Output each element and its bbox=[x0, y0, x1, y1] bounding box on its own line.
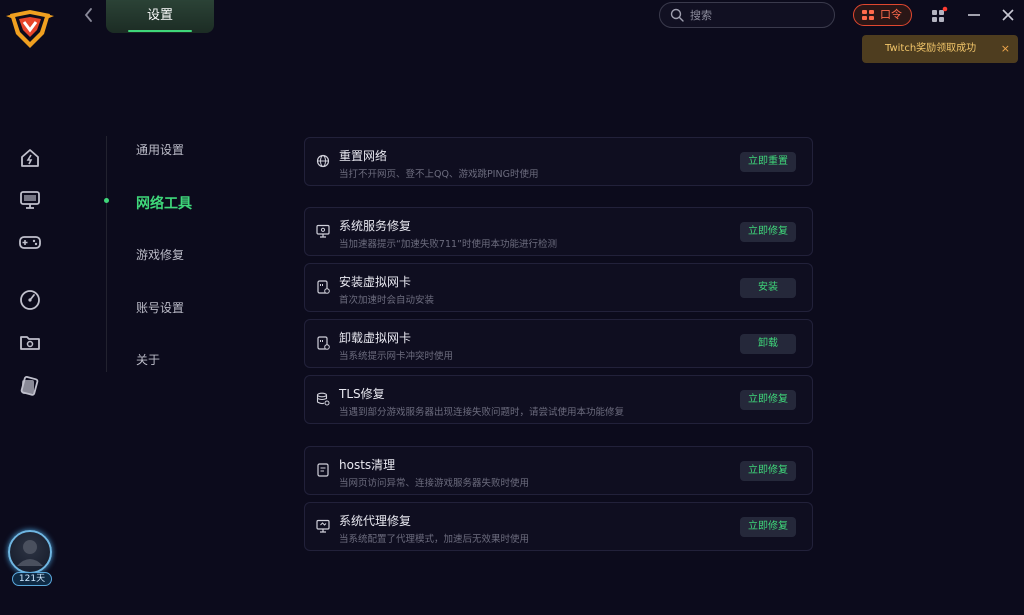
folder-icon bbox=[20, 336, 40, 350]
toast-message: Twitch奖励领取成功 bbox=[885, 43, 977, 54]
code-button-label: 口令 bbox=[880, 8, 902, 21]
tool-description: 当系统配置了代理模式，加速后无效果时使用 bbox=[339, 534, 530, 545]
nav-item-account[interactable]: 账号设置 bbox=[136, 299, 184, 316]
close-window-button[interactable] bbox=[999, 6, 1017, 24]
tool-title: TLS修复 bbox=[339, 387, 385, 401]
search-input[interactable] bbox=[690, 6, 826, 24]
tool-description: 首次加速时会自动安装 bbox=[339, 295, 435, 306]
hosts-file-icon bbox=[317, 463, 329, 477]
monitor-repair-icon bbox=[316, 224, 330, 238]
search-box[interactable] bbox=[659, 2, 835, 28]
rail-home-button[interactable] bbox=[18, 146, 42, 170]
tool-title: 系统代理修复 bbox=[339, 514, 412, 528]
toast-notification: Twitch奖励领取成功 × bbox=[862, 35, 1018, 63]
avatar[interactable] bbox=[8, 530, 52, 574]
tool-card-install-virtual-nic: 安装虚拟网卡 首次加速时会自动安装 安装 bbox=[304, 263, 813, 312]
proxy-monitor-icon bbox=[316, 519, 330, 533]
rail-speed-button[interactable] bbox=[18, 288, 42, 312]
tool-description: 当打不开网页、登不上QQ、游戏跳PING时使用 bbox=[339, 169, 539, 180]
reset-now-button[interactable]: 立即重置 bbox=[740, 152, 796, 172]
tool-title: 系统服务修复 bbox=[339, 219, 412, 233]
globe-icon bbox=[316, 154, 330, 168]
tool-description: 当加速器提示“加速失败711”时使用本功能进行检测 bbox=[339, 239, 557, 250]
membership-days-badge: 121天 bbox=[12, 572, 52, 586]
app-logo bbox=[4, 4, 56, 52]
rail-folder-button[interactable] bbox=[18, 330, 42, 354]
nav-active-dot bbox=[104, 198, 109, 203]
speedometer-icon bbox=[20, 290, 40, 310]
tool-title: hosts清理 bbox=[339, 458, 396, 472]
tool-card-uninstall-virtual-nic: 卸载虚拟网卡 当系统提示网卡冲突时使用 卸载 bbox=[304, 319, 813, 368]
tool-card-reset-network: 重置网络 当打不开网页、登不上QQ、游戏跳PING时使用 立即重置 bbox=[304, 137, 813, 186]
nav-item-general[interactable]: 通用设置 bbox=[136, 141, 184, 158]
tool-card-hosts-cleanup: hosts清理 当网页访问异常、连接游戏服务器失败时使用 立即修复 bbox=[304, 446, 813, 495]
repair-now-button[interactable]: 立即修复 bbox=[740, 461, 796, 481]
repair-now-button[interactable]: 立即修复 bbox=[740, 222, 796, 242]
tab-settings-label: 设置 bbox=[146, 8, 173, 23]
user-avatar-block[interactable]: 121天 bbox=[6, 530, 54, 588]
tool-description: 当系统提示网卡冲突时使用 bbox=[339, 351, 454, 362]
monitor-icon bbox=[20, 191, 40, 209]
apps-grid-icon bbox=[932, 6, 948, 22]
nav-item-network-tools[interactable]: 网络工具 bbox=[136, 193, 192, 213]
uninstall-button[interactable]: 卸载 bbox=[740, 334, 796, 354]
rail-monitor-button[interactable] bbox=[18, 188, 42, 212]
tool-title: 重置网络 bbox=[339, 149, 388, 163]
minimize-button[interactable] bbox=[965, 6, 983, 24]
database-gear-icon bbox=[316, 392, 330, 406]
close-icon bbox=[1002, 9, 1014, 21]
chevron-left-icon bbox=[84, 8, 92, 22]
tool-description: 当遇到部分游戏服务器出现连接失败问题时，请尝试使用本功能修复 bbox=[339, 407, 625, 418]
network-card-icon bbox=[317, 336, 330, 350]
network-card-icon bbox=[317, 280, 330, 294]
nav-divider bbox=[106, 136, 107, 372]
home-icon bbox=[21, 149, 39, 167]
toast-close-button[interactable]: × bbox=[1001, 35, 1010, 63]
tool-card-system-service-repair: 系统服务修复 当加速器提示“加速失败711”时使用本功能进行检测 立即修复 bbox=[304, 207, 813, 256]
back-button[interactable] bbox=[80, 6, 98, 24]
repair-now-button[interactable]: 立即修复 bbox=[740, 390, 796, 410]
apps-button[interactable] bbox=[930, 6, 948, 24]
grid-code-icon bbox=[862, 10, 874, 20]
search-icon bbox=[670, 8, 684, 22]
tool-card-proxy-repair: 系统代理修复 当系统配置了代理模式，加速后无效果时使用 立即修复 bbox=[304, 502, 813, 551]
cards-icon bbox=[20, 376, 39, 396]
tool-card-tls-repair: TLS修复 当遇到部分游戏服务器出现连接失败问题时，请尝试使用本功能修复 立即修… bbox=[304, 375, 813, 424]
rail-games-button[interactable] bbox=[18, 230, 42, 254]
rail-cards-button[interactable] bbox=[18, 374, 42, 398]
install-button[interactable]: 安装 bbox=[740, 278, 796, 298]
minimize-icon bbox=[968, 14, 980, 16]
tool-title: 卸载虚拟网卡 bbox=[339, 331, 412, 345]
tool-title: 安装虚拟网卡 bbox=[339, 275, 412, 289]
code-button[interactable]: 口令 bbox=[853, 4, 912, 26]
repair-now-button[interactable]: 立即修复 bbox=[740, 517, 796, 537]
nav-item-about[interactable]: 关于 bbox=[136, 351, 160, 368]
tool-description: 当网页访问异常、连接游戏服务器失败时使用 bbox=[339, 478, 530, 489]
nav-item-game-repair[interactable]: 游戏修复 bbox=[136, 246, 184, 263]
user-silhouette-icon bbox=[17, 540, 43, 566]
gamepad-icon bbox=[19, 236, 41, 249]
tab-settings[interactable]: 设置 bbox=[106, 0, 214, 33]
